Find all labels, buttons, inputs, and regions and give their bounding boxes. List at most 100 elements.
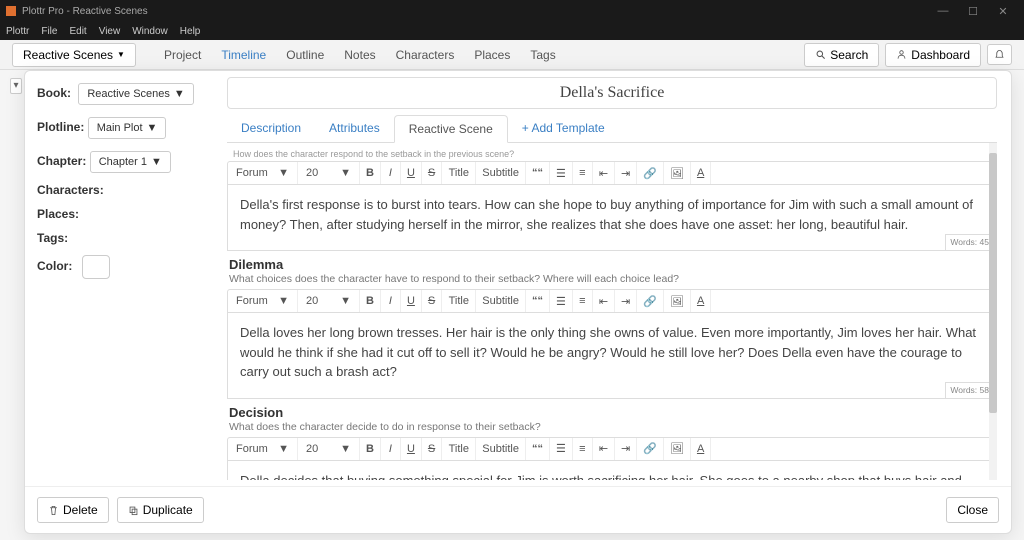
numbered-list-button[interactable]: ☰ [550,290,573,312]
tab-attributes[interactable]: Attributes [315,115,394,142]
minimize-button[interactable]: — [928,5,958,17]
scrollbar-thumb[interactable] [989,153,997,413]
tab-places[interactable]: Places [474,48,510,62]
title-button[interactable]: Title [442,162,476,184]
image-button[interactable]: 🖼 [664,162,691,184]
tab-characters[interactable]: Characters [396,48,455,62]
duplicate-button[interactable]: Duplicate [117,497,204,523]
size-select[interactable]: 20▼ [298,290,360,312]
tab-timeline[interactable]: Timeline [221,48,266,62]
editor-toolbar: Forum▼ 20▼ B I U S Title Subtitle ““ ☰ ≡… [227,161,995,185]
size-select[interactable]: 20▼ [298,438,360,460]
subtitle-button[interactable]: Subtitle [476,162,526,184]
filter-button[interactable]: ▾ [10,78,22,94]
text-color-button[interactable]: A [691,290,711,312]
tab-reactive-scene[interactable]: Reactive Scene [394,115,508,143]
caret-down-icon: ▼ [278,443,289,455]
bold-button[interactable]: B [360,290,381,312]
scroll-area[interactable]: How does the character respond to the se… [227,143,997,480]
font-select[interactable]: Forum▼ [228,438,298,460]
menu-plottr[interactable]: Plottr [6,26,29,37]
indent-button[interactable]: ⇥ [615,162,637,184]
close-button[interactable]: Close [946,497,999,523]
subtitle-button[interactable]: Subtitle [476,438,526,460]
caret-down-icon: ▼ [278,295,289,307]
menu-view[interactable]: View [99,26,121,37]
tab-tags[interactable]: Tags [530,48,555,62]
strike-button[interactable]: S [422,438,442,460]
text-color-button[interactable]: A [691,162,711,184]
dashboard-icon [896,49,907,60]
bullet-list-button[interactable]: ≡ [573,438,593,460]
tab-outline[interactable]: Outline [286,48,324,62]
font-select[interactable]: Forum▼ [228,162,298,184]
outdent-button[interactable]: ⇤ [593,438,615,460]
caret-down-icon: ▼ [147,122,158,134]
font-select[interactable]: Forum▼ [228,290,298,312]
image-button[interactable]: 🖼 [664,290,691,312]
subtitle-button[interactable]: Subtitle [476,290,526,312]
tags-label: Tags: [37,231,68,245]
book-mode-dropdown[interactable]: Reactive Scenes ▼ [12,43,136,67]
notifications-button[interactable] [987,44,1012,65]
bullet-list-button[interactable]: ≡ [573,290,593,312]
tab-add-template[interactable]: + Add Template [508,115,619,142]
tab-description[interactable]: Description [227,115,315,142]
strike-button[interactable]: S [422,162,442,184]
underline-button[interactable]: U [401,162,422,184]
size-select[interactable]: 20▼ [298,162,360,184]
book-label: Book: [37,86,71,100]
editor-body[interactable]: Della decides that buying something spec… [227,461,995,481]
tab-notes[interactable]: Notes [344,48,375,62]
tab-project[interactable]: Project [164,48,201,62]
quote-button[interactable]: ““ [526,438,550,460]
editor-body[interactable]: Della's first response is to burst into … [227,185,995,251]
link-button[interactable]: 🔗 [637,162,664,184]
characters-label: Characters: [37,183,104,197]
bullet-list-button[interactable]: ≡ [573,162,593,184]
search-button[interactable]: Search [804,43,879,67]
link-button[interactable]: 🔗 [637,438,664,460]
maximize-button[interactable]: ☐ [958,5,988,18]
plotline-dropdown[interactable]: Main Plot▼ [88,117,167,139]
color-swatch[interactable] [82,255,110,279]
title-button[interactable]: Title [442,290,476,312]
menu-file[interactable]: File [41,26,57,37]
book-dropdown[interactable]: Reactive Scenes▼ [78,83,193,105]
bold-button[interactable]: B [360,438,381,460]
trash-icon [48,505,59,516]
menu-help[interactable]: Help [180,26,201,37]
menu-window[interactable]: Window [132,26,168,37]
caret-down-icon: ▼ [340,167,351,179]
underline-button[interactable]: U [401,290,422,312]
numbered-list-button[interactable]: ☰ [550,162,573,184]
image-button[interactable]: 🖼 [664,438,691,460]
chapter-dropdown[interactable]: Chapter 1▼ [90,151,171,173]
italic-button[interactable]: I [381,438,401,460]
delete-button[interactable]: Delete [37,497,109,523]
menu-edit[interactable]: Edit [69,26,86,37]
quote-button[interactable]: ““ [526,162,550,184]
numbered-list-button[interactable]: ☰ [550,438,573,460]
indent-button[interactable]: ⇥ [615,438,637,460]
editor-body[interactable]: Della loves her long brown tresses. Her … [227,313,995,399]
outdent-button[interactable]: ⇤ [593,162,615,184]
caret-down-icon: ▼ [340,443,351,455]
section-desc: How does the character respond to the se… [227,149,995,161]
indent-button[interactable]: ⇥ [615,290,637,312]
scrollbar[interactable] [989,143,997,480]
quote-button[interactable]: ““ [526,290,550,312]
scene-title-input[interactable]: Della's Sacrifice [227,77,997,109]
dashboard-button[interactable]: Dashboard [885,43,981,67]
text-color-button[interactable]: A [691,438,711,460]
title-button[interactable]: Title [442,438,476,460]
underline-button[interactable]: U [401,438,422,460]
outdent-button[interactable]: ⇤ [593,290,615,312]
link-button[interactable]: 🔗 [637,290,664,312]
italic-button[interactable]: I [381,162,401,184]
strike-button[interactable]: S [422,290,442,312]
bold-button[interactable]: B [360,162,381,184]
close-window-button[interactable]: ✕ [988,5,1018,18]
content-tabs: Description Attributes Reactive Scene + … [227,115,997,143]
italic-button[interactable]: I [381,290,401,312]
